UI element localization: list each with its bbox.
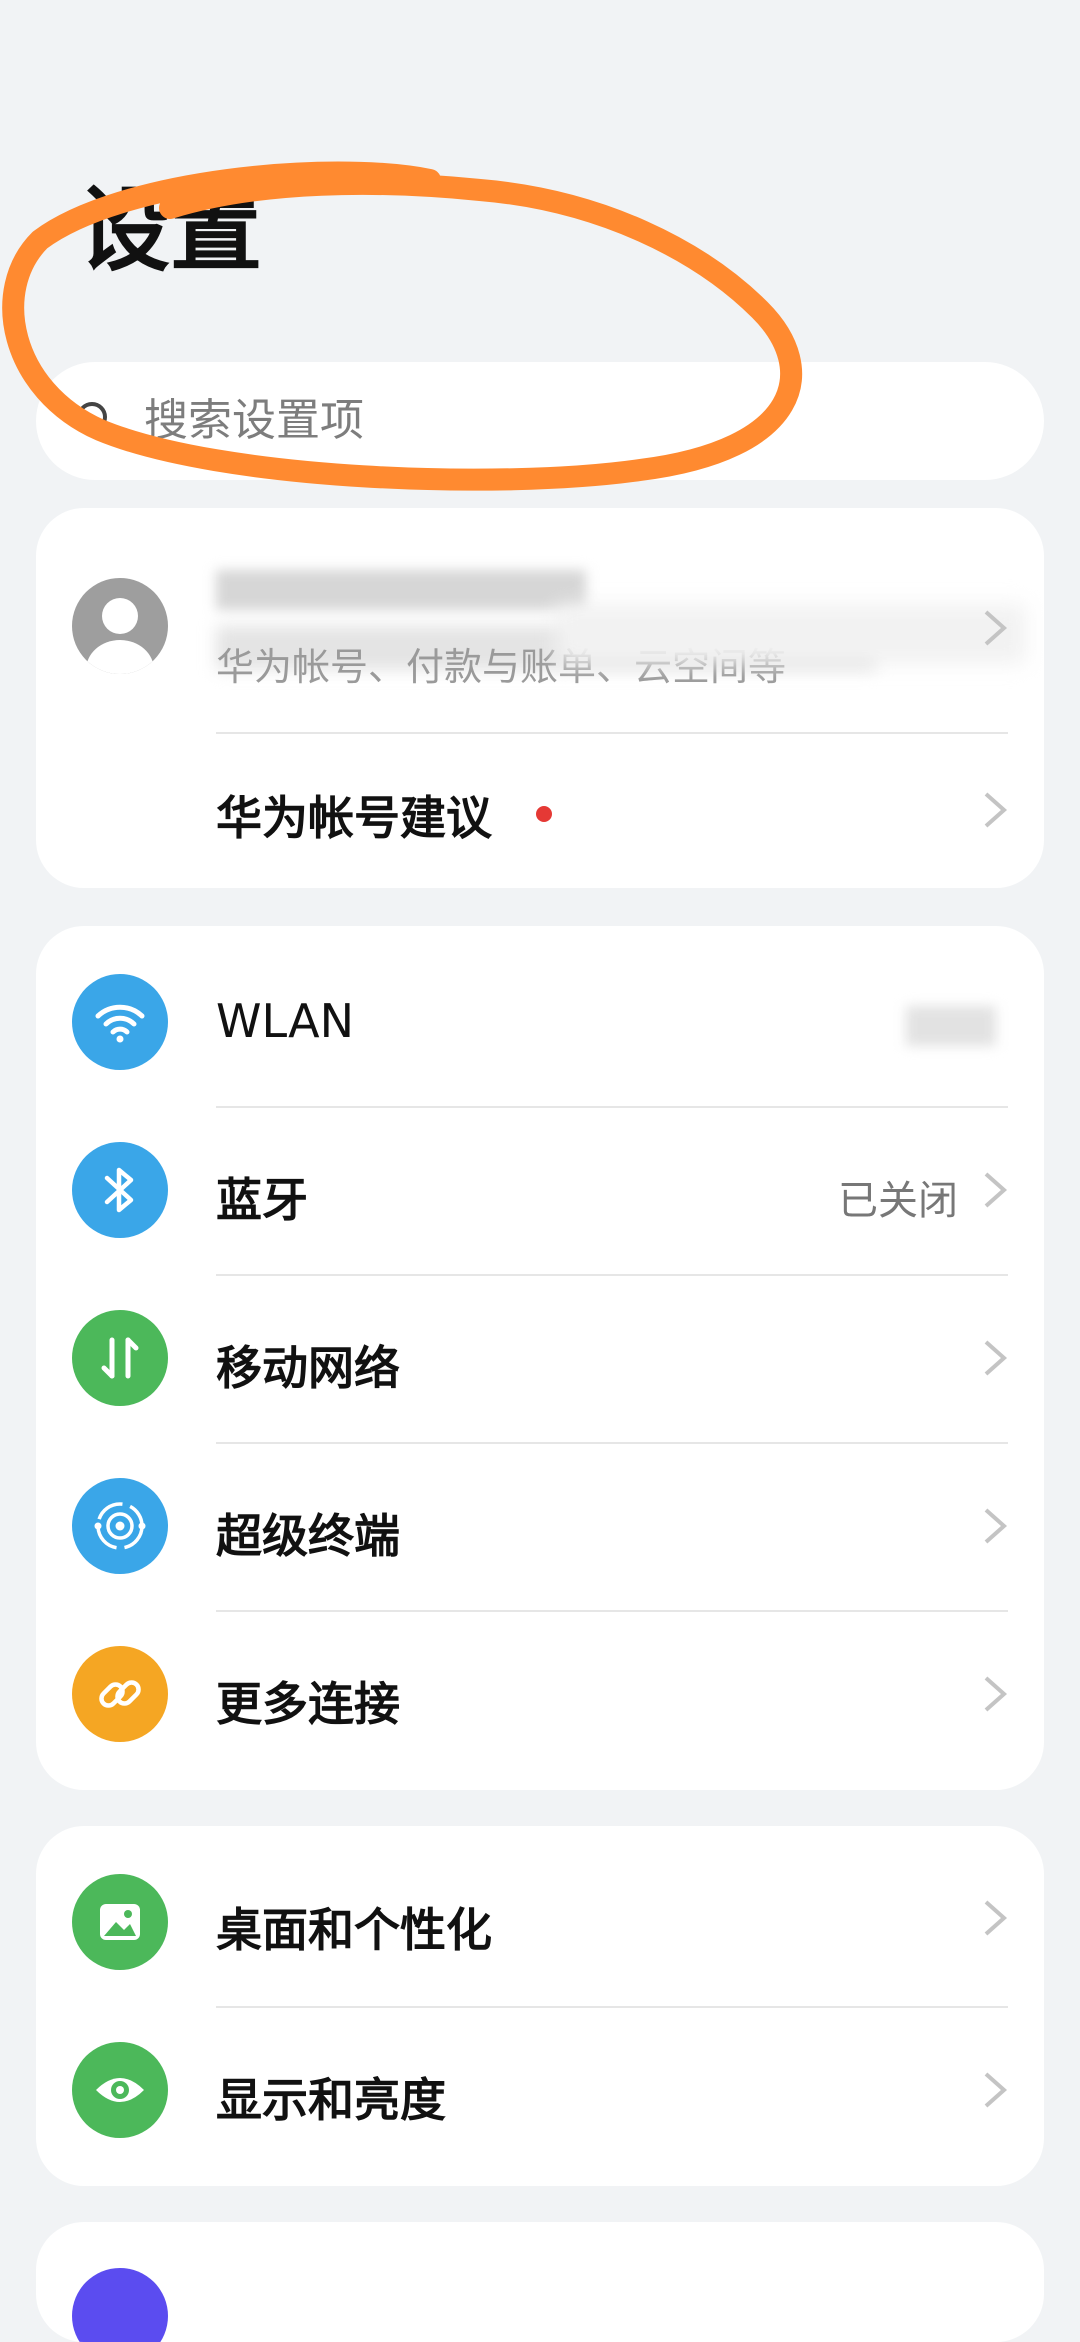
next-card xyxy=(36,2222,1044,2342)
wlan-label: WLAN xyxy=(216,994,355,1048)
account-subtitle-redaction xyxy=(556,604,1026,664)
chevron-right-icon xyxy=(984,1508,1008,1544)
home-screen-row[interactable]: 桌面和个性化 xyxy=(36,1826,1044,2006)
account-suggestion-row[interactable]: 华为帐号建议 xyxy=(36,734,1044,888)
avatar xyxy=(72,578,168,674)
partial-setting-icon xyxy=(72,2268,168,2342)
super-device-row[interactable]: 超级终端 xyxy=(36,1444,1044,1610)
wlan-status-redacted xyxy=(906,1006,996,1046)
more-connections-row[interactable]: 更多连接 xyxy=(36,1612,1044,1790)
chevron-right-icon xyxy=(984,1172,1008,1208)
chevron-right-icon xyxy=(984,2072,1008,2108)
wifi-icon xyxy=(72,974,168,1070)
more-connections-label: 更多连接 xyxy=(216,1677,400,1731)
chevron-right-icon xyxy=(984,792,1008,828)
account-row[interactable]: 华为帐号、付款与账单、云空间等 xyxy=(36,508,1044,732)
search-bar[interactable]: 搜索设置项 xyxy=(36,362,1044,480)
notification-dot xyxy=(536,806,552,822)
bluetooth-icon xyxy=(72,1142,168,1238)
mobile-network-label: 移动网络 xyxy=(216,1341,400,1395)
chevron-right-icon xyxy=(984,1676,1008,1712)
account-suggestion-label: 华为帐号建议 xyxy=(216,791,492,845)
bluetooth-status: 已关闭 xyxy=(838,1178,958,1224)
super-device-icon xyxy=(72,1478,168,1574)
account-name-redacted xyxy=(216,570,586,610)
chevron-right-icon xyxy=(984,1340,1008,1376)
chevron-right-icon xyxy=(984,1900,1008,1936)
chevron-right-icon xyxy=(984,610,1008,646)
mobile-data-icon xyxy=(72,1310,168,1406)
display-card: 桌面和个性化 显示和亮度 xyxy=(36,1826,1044,2186)
account-card: 华为帐号、付款与账单、云空间等 华为帐号建议 xyxy=(36,508,1044,888)
display-brightness-label: 显示和亮度 xyxy=(216,2073,446,2127)
bluetooth-row[interactable]: 蓝牙 已关闭 xyxy=(36,1108,1044,1274)
super-device-label: 超级终端 xyxy=(216,1509,400,1563)
display-brightness-row[interactable]: 显示和亮度 xyxy=(36,2008,1044,2186)
wlan-row[interactable]: WLAN xyxy=(36,926,1044,1106)
home-screen-label: 桌面和个性化 xyxy=(216,1903,492,1957)
eye-icon xyxy=(72,2042,168,2138)
link-icon xyxy=(72,1646,168,1742)
mobile-network-row[interactable]: 移动网络 xyxy=(36,1276,1044,1442)
page-title: 设置 xyxy=(78,177,263,284)
connectivity-card: WLAN 蓝牙 已关闭 移动网络 超级终端 更多连接 xyxy=(36,926,1044,1790)
wallpaper-icon xyxy=(72,1874,168,1970)
search-icon xyxy=(77,402,114,439)
bluetooth-label: 蓝牙 xyxy=(216,1173,308,1227)
search-placeholder: 搜索设置项 xyxy=(144,395,364,446)
